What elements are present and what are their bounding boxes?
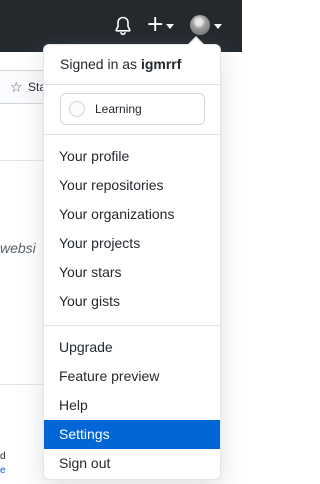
username: igmrrf <box>140 56 182 72</box>
bell-icon[interactable] <box>114 16 132 36</box>
background-text: d <box>0 451 6 462</box>
signed-in-header: Signed in as igmrrf <box>60 56 181 72</box>
menu-item-feature-preview[interactable]: Feature preview <box>44 362 220 391</box>
menu-item-your-profile[interactable]: Your profile <box>44 142 220 171</box>
chevron-down-icon[interactable] <box>214 24 222 29</box>
divider <box>44 84 220 85</box>
menu-item-your-repositories[interactable]: Your repositories <box>44 171 220 200</box>
menu-item-settings[interactable]: Settings <box>44 420 220 449</box>
avatar[interactable] <box>190 15 210 35</box>
website-text: websi <box>0 240 36 256</box>
divider <box>44 325 220 326</box>
user-dropdown-menu: Signed in as igmrrf Learning Your profil… <box>43 44 221 480</box>
star-icon[interactable]: ☆ <box>10 80 23 96</box>
dropdown-caret-inner <box>189 38 203 45</box>
menu-item-your-stars[interactable]: Your stars <box>44 258 220 287</box>
chevron-down-icon[interactable] <box>166 24 174 29</box>
status-emoji-icon <box>69 101 85 117</box>
background-link[interactable]: e <box>0 465 6 476</box>
plus-icon[interactable]: + <box>146 14 164 36</box>
menu-item-your-gists[interactable]: Your gists <box>44 287 220 316</box>
divider <box>44 134 220 135</box>
menu-item-sign-out[interactable]: Sign out <box>44 449 220 478</box>
menu-item-upgrade[interactable]: Upgrade <box>44 333 220 362</box>
menu-item-help[interactable]: Help <box>44 391 220 420</box>
set-status-button[interactable]: Learning <box>60 93 205 125</box>
menu-item-your-organizations[interactable]: Your organizations <box>44 200 220 229</box>
menu-item-your-projects[interactable]: Your projects <box>44 229 220 258</box>
signed-in-prefix: Signed in as <box>60 56 138 72</box>
status-label: Learning <box>95 102 142 116</box>
